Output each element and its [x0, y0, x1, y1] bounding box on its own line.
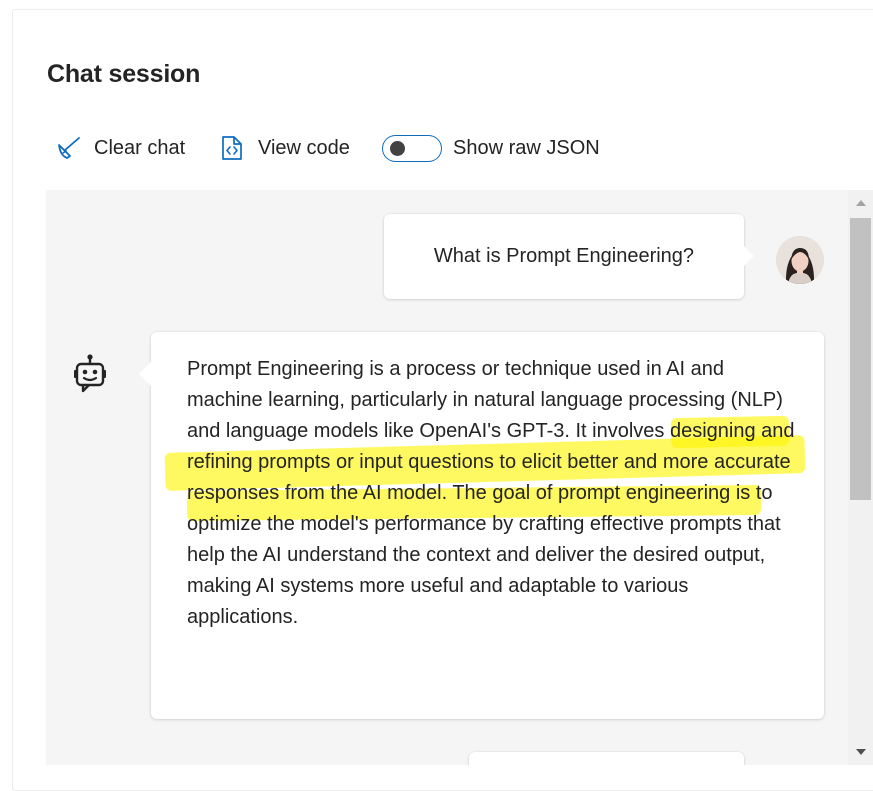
chat-history: What is Prompt Engineering? Prompt Engin… [46, 190, 848, 765]
code-file-icon [221, 135, 243, 161]
show-raw-json-switch[interactable]: Show raw JSON [382, 132, 600, 164]
assistant-message-text: Prompt Engineering is a process or techn… [187, 358, 795, 628]
bot-icon [73, 353, 107, 395]
scroll-thumb[interactable] [850, 218, 871, 500]
toggle-knob [390, 140, 405, 156]
assistant-message: Prompt Engineering is a process or techn… [139, 332, 824, 719]
chat-scrollbar[interactable] [848, 190, 873, 765]
toggle-switch[interactable] [382, 134, 442, 162]
broom-icon [56, 135, 82, 161]
user-message [469, 752, 744, 765]
user-message-text: What is Prompt Engineering? [433, 245, 695, 267]
page-title: Chat session [47, 60, 201, 88]
clear-chat-button[interactable]: Clear chat [56, 132, 185, 164]
user-message: What is Prompt Engineering? [384, 214, 754, 299]
scroll-down-arrow-icon[interactable] [856, 749, 866, 755]
clear-chat-label: Clear chat [94, 136, 186, 159]
view-code-button[interactable]: View code [221, 132, 350, 164]
view-code-label: View code [258, 136, 350, 159]
show-raw-json-label: Show raw JSON [453, 136, 600, 159]
scroll-up-arrow-icon[interactable] [856, 200, 866, 206]
user-avatar [776, 236, 824, 284]
